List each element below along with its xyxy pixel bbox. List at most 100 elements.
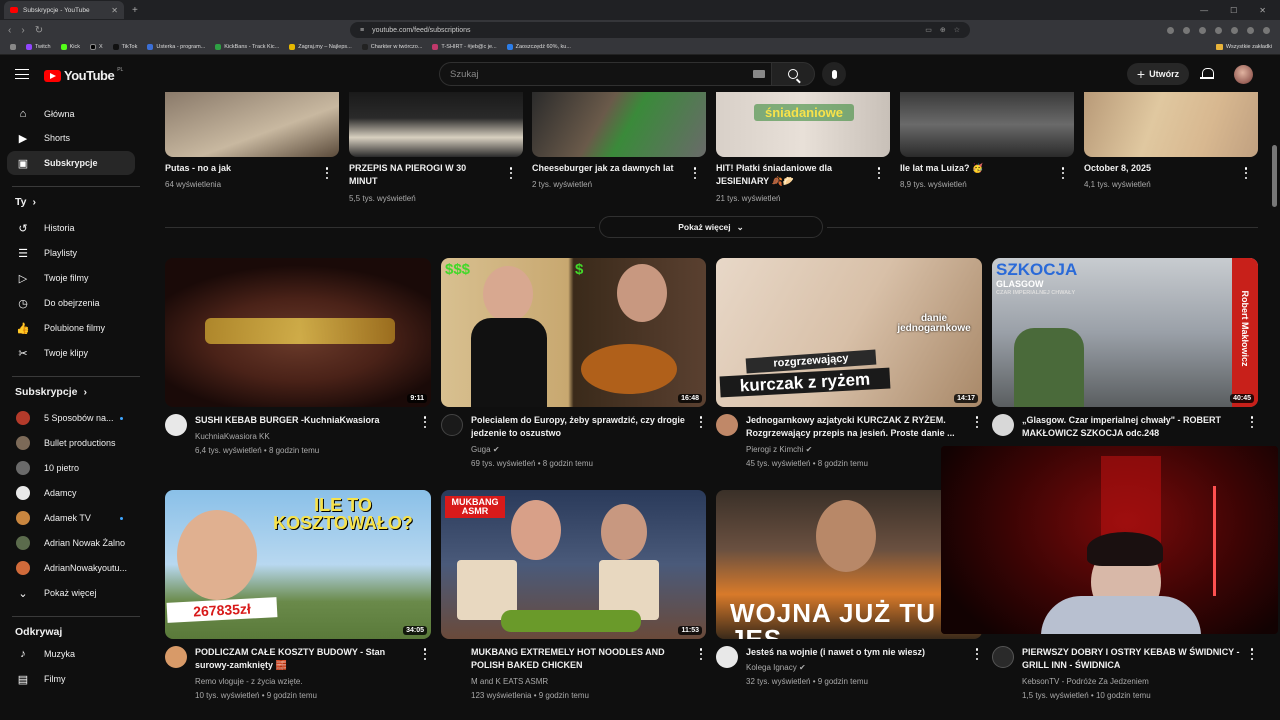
more-options-icon[interactable]: [877, 167, 881, 179]
sidebar-item-your-videos[interactable]: ▷ Twoje filmy: [7, 266, 135, 290]
more-options-icon[interactable]: [423, 648, 427, 660]
bookmark[interactable]: Charkter w twórczo...: [361, 44, 422, 50]
sidebar-item-home[interactable]: ⌂ Główna: [7, 102, 135, 126]
more-options-icon[interactable]: [509, 167, 513, 179]
video-thumbnail[interactable]: ILE TO KOSZTOWAŁO? 267835zł 34:05: [165, 490, 431, 639]
reload-icon[interactable]: ↻: [35, 25, 43, 36]
search-input[interactable]: Szukaj: [439, 62, 771, 86]
sidebar-item-watch-later[interactable]: ◷ Do obejrzenia: [7, 291, 135, 315]
site-info-icon[interactable]: ≡: [360, 27, 364, 34]
more-options-icon[interactable]: [325, 167, 329, 179]
video-thumbnail[interactable]: [900, 92, 1074, 157]
search-button[interactable]: [771, 62, 815, 86]
bookmark[interactable]: Zagraj.my – Najleps...: [289, 44, 352, 50]
sidebar-item-music[interactable]: ♪ Muzyka: [7, 642, 135, 666]
sidebar-channel[interactable]: Bullet productions: [7, 431, 135, 455]
sidebar-item-history[interactable]: ↺ Historia: [7, 216, 135, 240]
video-title[interactable]: Polecialem do Europy, żeby sprawdzić, cz…: [471, 414, 693, 440]
create-button[interactable]: + Utwórz: [1127, 63, 1189, 85]
zoom-icon[interactable]: ⊕: [940, 26, 946, 34]
channel-name[interactable]: KuchniaKwasiora KK: [195, 430, 270, 443]
forward-icon[interactable]: ›: [21, 25, 24, 36]
sidebar-item-playlists[interactable]: ☰ Playlisty: [7, 241, 135, 265]
extension-icon[interactable]: [1215, 26, 1222, 34]
channel-avatar[interactable]: [992, 646, 1014, 668]
video-thumbnail[interactable]: danie jednogarnkowe rozgrzewający kurcza…: [716, 258, 982, 407]
sidebar-item-movies[interactable]: ▤ Filmy: [7, 667, 135, 691]
sidebar-channel[interactable]: AdrianNowakyoutu...: [7, 556, 135, 580]
video-title[interactable]: Jednogarnkowy azjatycki KURCZAK Z RYŻEM.…: [746, 414, 968, 440]
video-title[interactable]: Cheeseburger jak za dawnych lat: [532, 162, 687, 175]
channel-avatar[interactable]: [992, 414, 1014, 436]
url-text[interactable]: youtube.com/feed/subscriptions: [372, 27, 470, 34]
new-tab-icon[interactable]: +: [132, 5, 138, 16]
omnibox[interactable]: ≡ youtube.com/feed/subscriptions ▭ ⊕ ☆: [350, 22, 970, 38]
channel-avatar[interactable]: [441, 414, 463, 436]
channel-name[interactable]: M and K EATS ASMR: [471, 675, 548, 688]
browser-tab[interactable]: Subskrypcje - YouTube ✕: [4, 1, 124, 19]
install-icon[interactable]: ▭: [925, 26, 932, 34]
bookmark[interactable]: X: [89, 44, 103, 50]
bookmark[interactable]: Usterka - program...: [147, 44, 205, 50]
extension-icon[interactable]: [1183, 26, 1190, 34]
notifications-bell-icon[interactable]: [1200, 68, 1214, 80]
bookmark[interactable]: Zaoszczędź 60%, ku...: [506, 44, 571, 50]
all-bookmarks[interactable]: Wszystkie zakładki: [1215, 44, 1280, 50]
sidebar-channel[interactable]: Adamek TV: [7, 506, 135, 530]
more-options-icon[interactable]: [1250, 416, 1254, 428]
video-title[interactable]: Putas - no a jak: [165, 162, 315, 175]
channel-avatar[interactable]: [716, 414, 738, 436]
more-options-icon[interactable]: [693, 167, 697, 179]
more-options-icon[interactable]: [1244, 167, 1248, 179]
avatar[interactable]: [1234, 65, 1253, 84]
you-section-heading[interactable]: Ty ›: [15, 196, 36, 208]
video-title[interactable]: MUKBANG EXTREMELY HOT NOODLES AND POLISH…: [471, 646, 693, 672]
hamburger-menu-icon[interactable]: [15, 69, 29, 79]
more-options-icon[interactable]: [699, 416, 703, 428]
video-thumbnail[interactable]: $$$ $ 16:48: [441, 258, 706, 407]
video-title[interactable]: PIERWSZY DOBRY I OSTRY KEBAB W ŚWIDNICY …: [1022, 646, 1244, 672]
bookmark[interactable]: TikTok: [112, 44, 137, 50]
video-title[interactable]: SUSHI KEBAB BURGER -KuchniaKwasiora: [195, 414, 415, 427]
more-options-icon[interactable]: [423, 416, 427, 428]
sidebar-channel[interactable]: 5 Sposobów na...: [7, 406, 135, 430]
sidebar-show-more[interactable]: ⌄ Pokaż więcej: [7, 581, 135, 605]
maximize-icon[interactable]: ☐: [1230, 6, 1237, 15]
video-title[interactable]: PODLICZAM CAŁE KOSZTY BUDOWY - Stan suro…: [195, 646, 417, 672]
video-title[interactable]: Ile lat ma Luiza? 🥳: [900, 162, 1050, 175]
back-icon[interactable]: ‹: [8, 25, 11, 36]
channel-avatar[interactable]: [716, 646, 738, 668]
video-title[interactable]: HIT! Płatki śniadaniowe dla JESIENIARY 🍂…: [716, 162, 866, 188]
more-options-icon[interactable]: [699, 648, 703, 660]
channel-name[interactable]: Remo vloguje - z życia wzięte.: [195, 675, 303, 688]
bookmark-star-icon[interactable]: ☆: [954, 26, 960, 34]
minimize-icon[interactable]: —: [1200, 6, 1208, 15]
sidebar-item-clips[interactable]: ✂ Twoje klipy: [7, 341, 135, 365]
channel-name[interactable]: Kolega Ignacy ✔: [746, 661, 806, 674]
video-title[interactable]: „Glasgow. Czar imperialnej chwały" - ROB…: [1022, 414, 1244, 440]
more-options-icon[interactable]: [1250, 648, 1254, 660]
sidebar-item-shorts[interactable]: ▶ Shorts: [7, 126, 135, 150]
close-tab-icon[interactable]: ✕: [111, 6, 118, 15]
voice-search-button[interactable]: [822, 62, 846, 86]
extension-icon[interactable]: [1167, 26, 1174, 34]
video-thumbnail[interactable]: [165, 92, 339, 157]
video-thumbnail[interactable]: śniadaniowe: [716, 92, 890, 157]
channel-name[interactable]: Pierogi z Kimchi ✔: [746, 443, 812, 456]
apps-icon[interactable]: [10, 44, 16, 50]
more-options-icon[interactable]: [975, 416, 979, 428]
sidebar-item-subscriptions[interactable]: ▣ Subskrypcje: [7, 151, 135, 175]
video-thumbnail[interactable]: [349, 92, 523, 157]
video-title[interactable]: Jesteś na wojnie (i nawet o tym nie wies…: [746, 646, 968, 659]
keyboard-icon[interactable]: [753, 70, 765, 78]
sidebar-channel[interactable]: Adrian Nowak Żalno: [7, 531, 135, 555]
video-thumbnail[interactable]: [532, 92, 706, 157]
sidebar-channel[interactable]: Adamcy: [7, 481, 135, 505]
channel-name[interactable]: Guga ✔: [471, 443, 500, 456]
channel-name[interactable]: KebsonTV - Podróże Za Jedzeniem: [1022, 675, 1149, 688]
scrollbar-thumb[interactable]: [1272, 145, 1277, 207]
more-options-icon[interactable]: [1061, 167, 1065, 179]
video-thumbnail[interactable]: 9:11: [165, 258, 431, 407]
show-more-button[interactable]: Pokaż więcej ⌄: [599, 216, 823, 238]
extension-icon[interactable]: [1231, 26, 1238, 34]
